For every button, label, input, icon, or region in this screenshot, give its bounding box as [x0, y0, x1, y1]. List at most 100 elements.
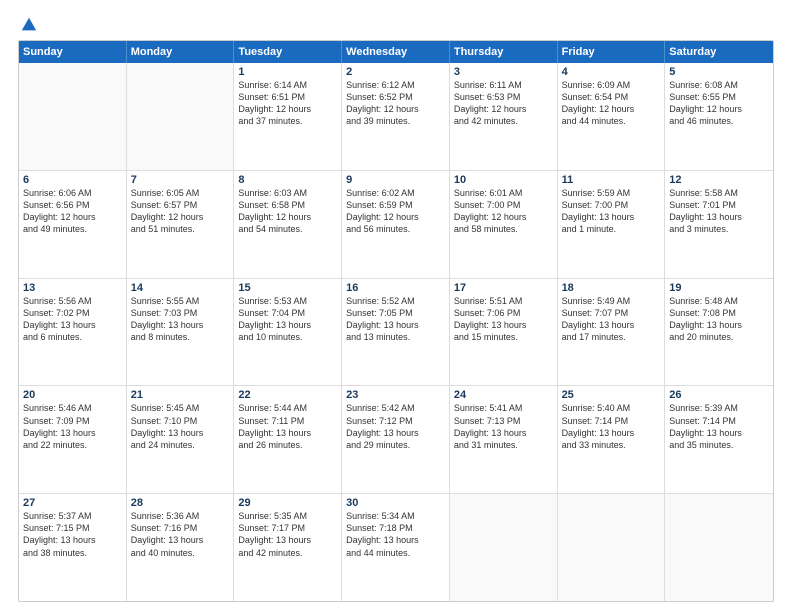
day-number: 22 — [238, 389, 337, 401]
calendar-cell: 15Sunrise: 5:53 AM Sunset: 7:04 PM Dayli… — [234, 279, 342, 386]
cell-info: Sunrise: 6:06 AM Sunset: 6:56 PM Dayligh… — [23, 187, 122, 236]
day-number: 5 — [669, 66, 769, 78]
calendar-cell: 13Sunrise: 5:56 AM Sunset: 7:02 PM Dayli… — [19, 279, 127, 386]
cell-info: Sunrise: 5:42 AM Sunset: 7:12 PM Dayligh… — [346, 402, 445, 451]
calendar-cell — [558, 494, 666, 601]
calendar-cell: 28Sunrise: 5:36 AM Sunset: 7:16 PM Dayli… — [127, 494, 235, 601]
cell-info: Sunrise: 5:48 AM Sunset: 7:08 PM Dayligh… — [669, 295, 769, 344]
cell-info: Sunrise: 5:52 AM Sunset: 7:05 PM Dayligh… — [346, 295, 445, 344]
calendar-cell — [450, 494, 558, 601]
page: SundayMondayTuesdayWednesdayThursdayFrid… — [0, 0, 792, 612]
day-number: 12 — [669, 174, 769, 186]
day-number: 20 — [23, 389, 122, 401]
calendar-cell: 27Sunrise: 5:37 AM Sunset: 7:15 PM Dayli… — [19, 494, 127, 601]
day-number: 2 — [346, 66, 445, 78]
day-number: 3 — [454, 66, 553, 78]
cell-info: Sunrise: 5:37 AM Sunset: 7:15 PM Dayligh… — [23, 510, 122, 559]
calendar-body: 1Sunrise: 6:14 AM Sunset: 6:51 PM Daylig… — [19, 63, 773, 601]
calendar-cell: 7Sunrise: 6:05 AM Sunset: 6:57 PM Daylig… — [127, 171, 235, 278]
day-number: 8 — [238, 174, 337, 186]
cell-info: Sunrise: 5:59 AM Sunset: 7:00 PM Dayligh… — [562, 187, 661, 236]
calendar-row: 20Sunrise: 5:46 AM Sunset: 7:09 PM Dayli… — [19, 386, 773, 494]
day-number: 9 — [346, 174, 445, 186]
day-number: 21 — [131, 389, 230, 401]
calendar-cell: 16Sunrise: 5:52 AM Sunset: 7:05 PM Dayli… — [342, 279, 450, 386]
day-number: 4 — [562, 66, 661, 78]
cell-info: Sunrise: 5:35 AM Sunset: 7:17 PM Dayligh… — [238, 510, 337, 559]
calendar-cell: 1Sunrise: 6:14 AM Sunset: 6:51 PM Daylig… — [234, 63, 342, 170]
day-number: 1 — [238, 66, 337, 78]
day-number: 17 — [454, 282, 553, 294]
cell-info: Sunrise: 5:36 AM Sunset: 7:16 PM Dayligh… — [131, 510, 230, 559]
calendar-cell — [665, 494, 773, 601]
day-number: 6 — [23, 174, 122, 186]
cell-info: Sunrise: 6:08 AM Sunset: 6:55 PM Dayligh… — [669, 79, 769, 128]
cell-info: Sunrise: 5:41 AM Sunset: 7:13 PM Dayligh… — [454, 402, 553, 451]
calendar-cell: 26Sunrise: 5:39 AM Sunset: 7:14 PM Dayli… — [665, 386, 773, 493]
day-number: 28 — [131, 497, 230, 509]
calendar-cell: 21Sunrise: 5:45 AM Sunset: 7:10 PM Dayli… — [127, 386, 235, 493]
day-number: 10 — [454, 174, 553, 186]
weekday-header: Friday — [558, 41, 666, 63]
calendar-cell: 18Sunrise: 5:49 AM Sunset: 7:07 PM Dayli… — [558, 279, 666, 386]
calendar-cell: 5Sunrise: 6:08 AM Sunset: 6:55 PM Daylig… — [665, 63, 773, 170]
calendar-cell: 10Sunrise: 6:01 AM Sunset: 7:00 PM Dayli… — [450, 171, 558, 278]
calendar-cell: 25Sunrise: 5:40 AM Sunset: 7:14 PM Dayli… — [558, 386, 666, 493]
logo-icon — [20, 16, 38, 34]
calendar-cell: 24Sunrise: 5:41 AM Sunset: 7:13 PM Dayli… — [450, 386, 558, 493]
calendar-cell: 12Sunrise: 5:58 AM Sunset: 7:01 PM Dayli… — [665, 171, 773, 278]
calendar-cell: 19Sunrise: 5:48 AM Sunset: 7:08 PM Dayli… — [665, 279, 773, 386]
day-number: 13 — [23, 282, 122, 294]
day-number: 14 — [131, 282, 230, 294]
cell-info: Sunrise: 5:53 AM Sunset: 7:04 PM Dayligh… — [238, 295, 337, 344]
calendar-cell: 22Sunrise: 5:44 AM Sunset: 7:11 PM Dayli… — [234, 386, 342, 493]
calendar-cell: 9Sunrise: 6:02 AM Sunset: 6:59 PM Daylig… — [342, 171, 450, 278]
day-number: 19 — [669, 282, 769, 294]
calendar-cell: 23Sunrise: 5:42 AM Sunset: 7:12 PM Dayli… — [342, 386, 450, 493]
calendar-cell: 30Sunrise: 5:34 AM Sunset: 7:18 PM Dayli… — [342, 494, 450, 601]
cell-info: Sunrise: 5:58 AM Sunset: 7:01 PM Dayligh… — [669, 187, 769, 236]
cell-info: Sunrise: 5:51 AM Sunset: 7:06 PM Dayligh… — [454, 295, 553, 344]
calendar-cell: 20Sunrise: 5:46 AM Sunset: 7:09 PM Dayli… — [19, 386, 127, 493]
calendar-cell: 17Sunrise: 5:51 AM Sunset: 7:06 PM Dayli… — [450, 279, 558, 386]
calendar-cell: 29Sunrise: 5:35 AM Sunset: 7:17 PM Dayli… — [234, 494, 342, 601]
calendar-row: 27Sunrise: 5:37 AM Sunset: 7:15 PM Dayli… — [19, 494, 773, 601]
cell-info: Sunrise: 6:03 AM Sunset: 6:58 PM Dayligh… — [238, 187, 337, 236]
cell-info: Sunrise: 6:12 AM Sunset: 6:52 PM Dayligh… — [346, 79, 445, 128]
cell-info: Sunrise: 6:02 AM Sunset: 6:59 PM Dayligh… — [346, 187, 445, 236]
weekday-header: Tuesday — [234, 41, 342, 63]
cell-info: Sunrise: 6:09 AM Sunset: 6:54 PM Dayligh… — [562, 79, 661, 128]
day-number: 29 — [238, 497, 337, 509]
cell-info: Sunrise: 5:46 AM Sunset: 7:09 PM Dayligh… — [23, 402, 122, 451]
weekday-header: Wednesday — [342, 41, 450, 63]
weekday-header: Monday — [127, 41, 235, 63]
cell-info: Sunrise: 6:14 AM Sunset: 6:51 PM Dayligh… — [238, 79, 337, 128]
weekday-header: Saturday — [665, 41, 773, 63]
cell-info: Sunrise: 5:39 AM Sunset: 7:14 PM Dayligh… — [669, 402, 769, 451]
calendar-cell: 2Sunrise: 6:12 AM Sunset: 6:52 PM Daylig… — [342, 63, 450, 170]
day-number: 30 — [346, 497, 445, 509]
calendar-row: 1Sunrise: 6:14 AM Sunset: 6:51 PM Daylig… — [19, 63, 773, 171]
calendar-cell — [19, 63, 127, 170]
header — [18, 16, 774, 32]
cell-info: Sunrise: 6:11 AM Sunset: 6:53 PM Dayligh… — [454, 79, 553, 128]
calendar-cell: 8Sunrise: 6:03 AM Sunset: 6:58 PM Daylig… — [234, 171, 342, 278]
logo — [18, 16, 38, 32]
day-number: 26 — [669, 389, 769, 401]
calendar-cell — [127, 63, 235, 170]
calendar-cell: 3Sunrise: 6:11 AM Sunset: 6:53 PM Daylig… — [450, 63, 558, 170]
day-number: 16 — [346, 282, 445, 294]
cell-info: Sunrise: 5:45 AM Sunset: 7:10 PM Dayligh… — [131, 402, 230, 451]
weekday-header: Sunday — [19, 41, 127, 63]
calendar-row: 13Sunrise: 5:56 AM Sunset: 7:02 PM Dayli… — [19, 279, 773, 387]
calendar: SundayMondayTuesdayWednesdayThursdayFrid… — [18, 40, 774, 602]
day-number: 11 — [562, 174, 661, 186]
cell-info: Sunrise: 5:34 AM Sunset: 7:18 PM Dayligh… — [346, 510, 445, 559]
calendar-cell: 6Sunrise: 6:06 AM Sunset: 6:56 PM Daylig… — [19, 171, 127, 278]
cell-info: Sunrise: 5:49 AM Sunset: 7:07 PM Dayligh… — [562, 295, 661, 344]
day-number: 25 — [562, 389, 661, 401]
calendar-row: 6Sunrise: 6:06 AM Sunset: 6:56 PM Daylig… — [19, 171, 773, 279]
calendar-cell: 11Sunrise: 5:59 AM Sunset: 7:00 PM Dayli… — [558, 171, 666, 278]
day-number: 23 — [346, 389, 445, 401]
weekday-header: Thursday — [450, 41, 558, 63]
